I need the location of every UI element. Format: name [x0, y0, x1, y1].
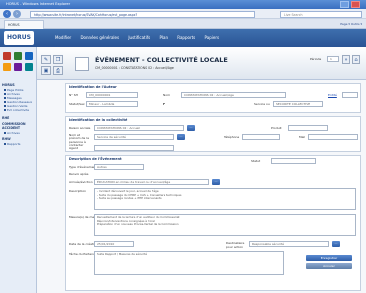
browser-tab[interactable]: HORUS	[4, 20, 44, 29]
field-label: Téléphone	[224, 135, 240, 139]
sidebar-item[interactable]: Archives	[4, 131, 35, 135]
save-button[interactable]: Enregistrer	[306, 255, 352, 261]
folder-icon[interactable]	[3, 63, 11, 71]
app-header: HORUS Modifier Données générales Justifi…	[0, 29, 366, 47]
cancel-button[interactable]: Annuler	[306, 263, 352, 269]
field-label: Description	[69, 189, 87, 193]
source-field[interactable]: ÉDUCATION en milieu de travail ou d'accu…	[94, 179, 209, 185]
search-input[interactable]: Live Search	[280, 10, 362, 18]
service-field[interactable]: SECURITE COLLECTIVE	[273, 101, 323, 107]
print-icon[interactable]: ⎙	[53, 66, 63, 75]
tab-bar: HORUS Page ▾ Outils ▾	[0, 19, 366, 29]
window-titlebar: HORUS - Windows Internet Explorer	[0, 0, 366, 9]
lookup-button[interactable]: …	[177, 134, 185, 140]
identification-section: Identification de l'Auteur N° SH CM_0000…	[65, 83, 361, 113]
field-label: Type d'événement	[69, 165, 97, 169]
status-select[interactable]	[271, 158, 316, 164]
field-label: Produit	[271, 126, 282, 130]
contact-field[interactable]: Service de sécurité	[94, 134, 174, 140]
section-title: Description de l'Événement	[69, 157, 122, 161]
page-input[interactable]: 1	[327, 56, 339, 62]
name-field[interactable]: CONSTATATIONS 02 : Accueil/Age	[181, 92, 286, 98]
field-label: Raison sociale	[69, 126, 91, 130]
main-content: ✎ ❐ ▣ ⎙ ÉVÉNEMENT - COLLECTIVITÉ LOCALE …	[37, 47, 366, 293]
field-label: Service ou	[254, 102, 270, 106]
mail-field[interactable]	[308, 134, 358, 140]
description-section: Description de l'Événement Type d'événem…	[65, 155, 361, 291]
measures-textarea[interactable]: Recueillement de la lecture d'un auditeu…	[94, 214, 356, 236]
url-input[interactable]: http://www.site.fr/intranet/horus/SVAK/C…	[30, 10, 255, 18]
sidebar-section-title: RHE	[2, 116, 10, 120]
check-icon[interactable]	[14, 52, 22, 60]
sidebar-section-title: RHW	[2, 137, 11, 141]
menu-item-papiers[interactable]: Papiers	[205, 35, 220, 40]
alert-icon[interactable]	[3, 52, 11, 60]
field-label: Statut/Sex	[69, 102, 85, 106]
menu-item-modifier[interactable]: Modifier	[55, 35, 71, 40]
field-label: N° SH	[69, 93, 78, 97]
menu-item-donnees[interactable]: Données générales	[80, 35, 119, 40]
field-label: Nom	[163, 93, 171, 97]
next-icon[interactable]: »	[342, 55, 350, 64]
edit-icon[interactable]: ✎	[41, 55, 51, 64]
sidebar-item[interactable]: Evt collectivite	[4, 108, 35, 112]
field-label: Mail	[299, 135, 306, 139]
save-icon[interactable]: ▣	[41, 66, 51, 75]
type-select[interactable]: Autres	[94, 164, 144, 170]
menu-item-rapports[interactable]: Rapports	[177, 35, 195, 40]
sidebar-section-title: COMMISSION ACCIDENT	[2, 122, 26, 130]
app-logo: HORUS	[4, 31, 34, 45]
entity-link[interactable]: Entité	[328, 93, 337, 97]
settings-icon[interactable]	[25, 63, 33, 71]
page-subtitle: CM_00000001 : CONSTATATIONS 02 : Accueil…	[95, 66, 174, 70]
minimize-button[interactable]	[340, 1, 349, 8]
agent-field[interactable]	[94, 145, 174, 151]
browser-tools-menu[interactable]: Page ▾ Outils ▾	[250, 20, 362, 28]
window-title: HORUS - Windows Internet Explorer	[6, 2, 71, 6]
menu-item-justificatifs[interactable]: Justificatifs	[128, 35, 150, 40]
entity-select[interactable]	[342, 92, 358, 98]
raison-field[interactable]: CONSTATATIONS 02 : Accueil	[94, 125, 184, 131]
section-title: Identification de l'Auteur	[69, 85, 117, 89]
top-menu: Modifier Données générales Justificatifs…	[55, 29, 227, 47]
field-label: pour action	[226, 245, 244, 249]
field-label: Arrivée/éviction	[69, 180, 93, 184]
event-header: ✎ ❐ ▣ ⎙ ÉVÉNEMENT - COLLECTIVITÉ LOCALE …	[37, 47, 366, 80]
page-title: ÉVÉNEMENT - COLLECTIVITÉ LOCALE	[95, 56, 228, 64]
field-label: Statut	[251, 159, 261, 163]
sidebar-section-title: HORUS	[2, 83, 15, 87]
nom-bullet: F	[163, 102, 166, 106]
user-icon[interactable]	[14, 63, 22, 71]
page-subtitle-wrap: CM_00000001 : CONSTATATIONS 02 : Accueil…	[95, 66, 174, 70]
phone-field[interactable]	[242, 134, 280, 140]
sidebar-item[interactable]: Rapports	[4, 142, 35, 146]
forward-button[interactable]: ›	[13, 10, 21, 18]
document-icon[interactable]	[25, 52, 33, 60]
product-field[interactable]	[288, 125, 328, 131]
collectivity-section: Identification de la collectivité Raison…	[65, 116, 361, 152]
lookup-button[interactable]: …	[212, 179, 220, 185]
close-button[interactable]	[351, 1, 360, 8]
back-button[interactable]: ‹	[3, 10, 11, 18]
period-label: Période	[310, 57, 322, 61]
event-icon	[75, 57, 89, 71]
field-label: Agent	[69, 146, 78, 150]
section-title: Identification de la collectivité	[69, 118, 128, 122]
address-bar: ‹ › http://www.site.fr/intranet/horus/SV…	[0, 9, 366, 19]
treatment-textarea[interactable]: Suite Rapport / Mesures de sécurité	[94, 251, 284, 275]
recipient-field[interactable]: Responsable sécurité	[249, 241, 329, 247]
creation-date-field[interactable]: 25/01/2010	[94, 241, 134, 247]
status-field[interactable]: Mineur - Lambda	[86, 101, 138, 107]
lookup-button[interactable]: …	[187, 125, 195, 131]
no-field[interactable]: CM_00000001	[86, 92, 138, 98]
field-label: Renvoi après	[69, 172, 89, 176]
menu-item-plan[interactable]: Plan	[159, 35, 168, 40]
lookup-button[interactable]: …	[332, 241, 340, 247]
description-textarea[interactable]: - Incident découvert le jour, accueil de…	[94, 188, 356, 210]
sidebar: HORUS Page Pilote Archives Messages Gest…	[0, 47, 37, 293]
copy-icon[interactable]: ❐	[53, 55, 63, 64]
home-icon[interactable]: ⌂	[352, 55, 360, 64]
